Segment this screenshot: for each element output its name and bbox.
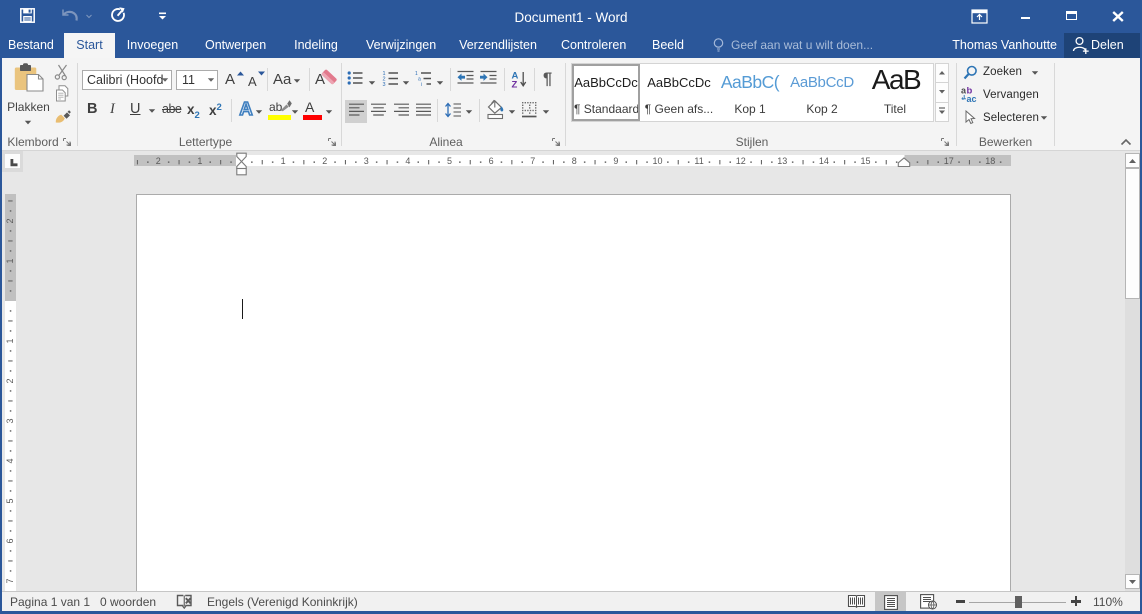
- svg-text:12: 12: [736, 156, 746, 166]
- svg-text:3: 3: [5, 418, 15, 423]
- svg-text:17: 17: [944, 156, 954, 166]
- svg-text:2: 2: [156, 156, 161, 166]
- svg-text:2: 2: [322, 156, 327, 166]
- svg-text:9: 9: [613, 156, 618, 166]
- svg-text:6: 6: [489, 156, 494, 166]
- svg-text:2: 2: [5, 218, 15, 223]
- svg-text:ac: ac: [967, 94, 977, 103]
- svg-text:4: 4: [405, 156, 410, 166]
- svg-text:7: 7: [5, 578, 15, 583]
- svg-text:1: 1: [5, 338, 15, 343]
- svg-text:1: 1: [5, 258, 15, 263]
- svg-text:13: 13: [777, 156, 787, 166]
- svg-text:3: 3: [364, 156, 369, 166]
- svg-text:A: A: [239, 98, 252, 119]
- svg-text:i: i: [421, 82, 422, 86]
- svg-text:7: 7: [530, 156, 535, 166]
- svg-text:14: 14: [819, 156, 829, 166]
- svg-text:4: 4: [5, 458, 15, 463]
- svg-text:8: 8: [572, 156, 577, 166]
- svg-text:Z: Z: [512, 80, 518, 89]
- svg-text:2: 2: [5, 378, 15, 383]
- svg-text:1: 1: [197, 156, 202, 166]
- svg-text:1: 1: [281, 156, 286, 166]
- svg-text:18: 18: [985, 156, 995, 166]
- svg-text:5: 5: [5, 498, 15, 503]
- svg-text:10: 10: [652, 156, 662, 166]
- svg-text:3: 3: [383, 82, 386, 86]
- svg-text:6: 6: [5, 538, 15, 543]
- svg-text:11: 11: [694, 156, 703, 166]
- svg-text:5: 5: [447, 156, 452, 166]
- svg-text:15: 15: [860, 156, 870, 166]
